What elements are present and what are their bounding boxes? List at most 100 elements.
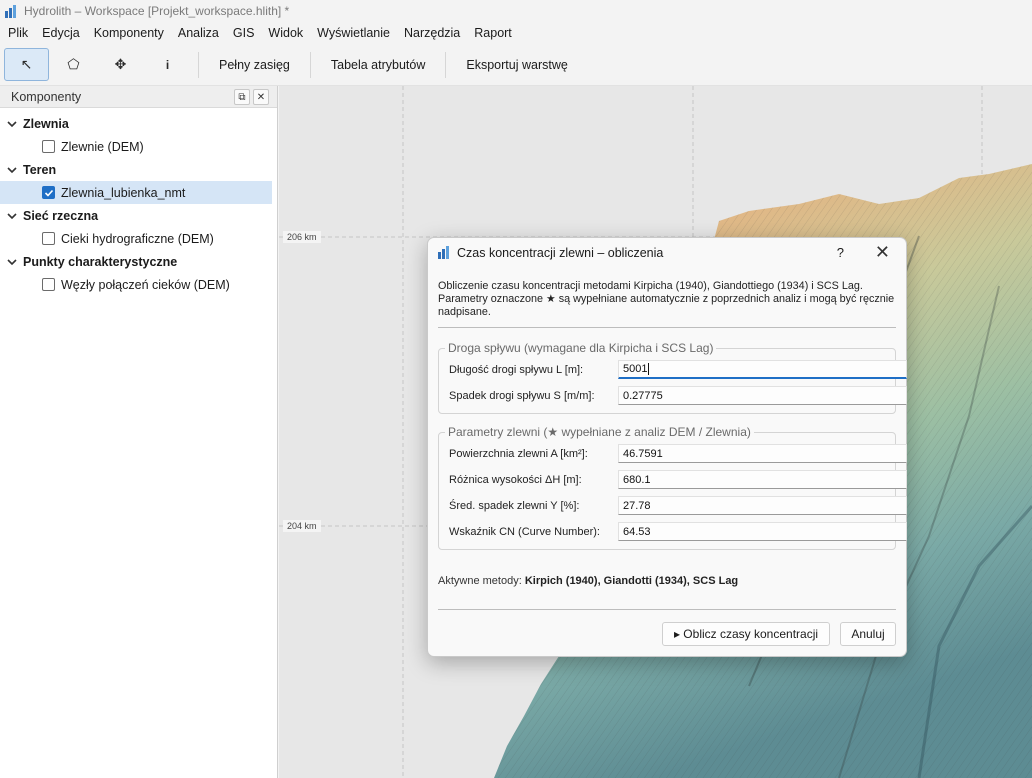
undock-panel-button[interactable]: ⧉ — [234, 89, 250, 105]
dialog-close-button[interactable]: ✕ — [875, 242, 890, 263]
menu-komponenty[interactable]: Komponenty — [87, 22, 171, 44]
basin-parameters-group: Parametry zlewni (★ wypełniane z analiz … — [438, 425, 907, 550]
chevron-down-icon — [7, 166, 17, 173]
close-panel-button[interactable]: ✕ — [253, 89, 269, 105]
toolbar-separator — [309, 51, 311, 78]
tree-item-label: Zlewnia_lubienka_nmt — [61, 185, 186, 200]
polygon-tool-button[interactable]: ⬠ — [51, 48, 96, 81]
polygon-icon: ⬠ — [67, 56, 80, 72]
field-value: 0.27775 — [623, 389, 663, 402]
map-coord-label: 204 km — [283, 520, 321, 532]
components-panel: Komponenty ⧉ ✕ Zlewnia Zlewnie (DEM) Ter… — [0, 86, 278, 778]
description-line: Obliczenie czasu koncentracji metodami K… — [438, 280, 863, 292]
panel-title: Komponenty — [11, 89, 82, 104]
active-methods: Aktywne metody: Kirpich (1940), Giandott… — [438, 575, 738, 587]
curve-number-input[interactable]: 64.53 — [618, 522, 907, 541]
tree-group-label: Zlewnia — [23, 116, 69, 131]
full-extent-button[interactable]: Pełny zasięg — [205, 48, 304, 81]
map-coord-label: 206 km — [283, 231, 321, 243]
group-title: Parametry zlewni (★ wypełniane z analiz … — [445, 425, 754, 439]
field-value: 680.1 — [623, 473, 651, 486]
description-line: Parametry oznaczone ★ są wypełniane auto… — [438, 293, 895, 318]
field-label: Spadek drogi spływu S [m/m]: — [449, 390, 595, 402]
menu-widok[interactable]: Widok — [261, 22, 310, 44]
menu-narzedzia[interactable]: Narzędzia — [397, 22, 467, 44]
panel-header: Komponenty ⧉ ✕ — [0, 86, 277, 108]
tree-item-label: Węzły połączeń cieków (DEM) — [61, 277, 230, 292]
menu-wyswietlanie[interactable]: Wyświetlanie — [310, 22, 397, 44]
field-value: 46.7591 — [623, 447, 663, 460]
flow-length-row: Długość drogi spływu L [m]: 5001 — [449, 360, 907, 380]
separator — [438, 327, 896, 328]
tree-group-zlewnia[interactable]: Zlewnia — [0, 112, 277, 135]
attribute-table-button[interactable]: Tabela atrybutów — [317, 48, 440, 81]
group-title: Droga spływu (wymagane dla Kirpicha i SC… — [445, 341, 717, 355]
basin-area-row: Powierzchnia zlewni A [km²]: 46.7591 — [449, 444, 907, 464]
menu-edycja[interactable]: Edycja — [35, 22, 87, 44]
checkmark-icon — [44, 189, 53, 197]
select-tool-button[interactable]: ↖ — [4, 48, 49, 81]
field-label: Różnica wysokości ΔH [m]: — [449, 474, 582, 486]
title-bar: Hydrolith – Workspace [Projekt_workspace… — [0, 0, 1032, 22]
chevron-down-icon — [7, 120, 17, 127]
layer-checkbox[interactable] — [42, 140, 55, 153]
window-title: Hydrolith – Workspace [Projekt_workspace… — [24, 4, 290, 18]
toolbar: ↖ ⬠ ✥ i Pełny zasięg Tabela atrybutów Ek… — [0, 44, 1032, 86]
chevron-down-icon — [7, 212, 17, 219]
field-value: 64.53 — [623, 525, 651, 538]
tree-group-label: Teren — [23, 162, 57, 177]
flow-path-group: Droga spływu (wymagane dla Kirpicha i SC… — [438, 341, 907, 414]
tree-item-zlewnia-lubienka-nmt[interactable]: Zlewnia_lubienka_nmt — [0, 181, 272, 204]
undock-icon: ⧉ — [238, 91, 246, 103]
height-difference-input[interactable]: 680.1 — [618, 470, 907, 489]
field-label: Długość drogi spływu L [m]: — [449, 364, 584, 376]
active-methods-value: Kirpich (1940), Giandotti (1934), SCS La… — [524, 575, 739, 587]
component-tree: Zlewnia Zlewnie (DEM) Teren Zlewnia_lubi… — [0, 108, 277, 296]
pan-tool-button[interactable]: ✥ — [98, 48, 143, 81]
menu-plik[interactable]: Plik — [1, 22, 35, 44]
field-label: Powierzchnia zlewni A [km²]: — [449, 448, 588, 460]
layer-checkbox[interactable] — [42, 232, 55, 245]
field-value: 27.78 — [623, 499, 651, 512]
tree-group-punkty-charakterystyczne[interactable]: Punkty charakterystyczne — [0, 250, 277, 273]
field-label: Wskaźnik CN (Curve Number): — [449, 526, 600, 538]
dialog-title: Czas koncentracji zlewni – obliczenia — [457, 245, 664, 260]
curve-number-row: Wskaźnik CN (Curve Number): 64.53 — [449, 522, 907, 542]
flow-length-input[interactable]: 5001 — [618, 360, 907, 379]
cancel-button[interactable]: Anuluj — [840, 622, 896, 646]
field-label: Śred. spadek zlewni Y [%]: — [449, 500, 580, 512]
tree-item-cieki-hydrograficzne[interactable]: Cieki hydrograficzne (DEM) — [0, 227, 272, 250]
move-icon: ✥ — [114, 56, 127, 72]
separator — [438, 609, 896, 610]
help-button[interactable]: ? — [837, 245, 844, 260]
toolbar-separator — [445, 51, 447, 78]
tree-group-teren[interactable]: Teren — [0, 158, 277, 181]
tree-item-zlewnie-dem[interactable]: Zlewnie (DEM) — [0, 135, 272, 158]
menu-raport[interactable]: Raport — [467, 22, 519, 44]
field-value: 5001 — [623, 363, 648, 375]
basin-area-input[interactable]: 46.7591 — [618, 444, 907, 463]
close-icon: ✕ — [256, 91, 266, 103]
info-icon: i — [165, 57, 170, 72]
menu-bar: Plik Edycja Komponenty Analiza GIS Widok… — [0, 22, 1032, 44]
menu-analiza[interactable]: Analiza — [171, 22, 226, 44]
menu-gis[interactable]: GIS — [226, 22, 262, 44]
mean-slope-row: Śred. spadek zlewni Y [%]: 27.78 — [449, 496, 907, 516]
chevron-down-icon — [7, 258, 17, 265]
height-difference-row: Różnica wysokości ΔH [m]: 680.1 — [449, 470, 907, 490]
tree-item-label: Zlewnie (DEM) — [61, 139, 144, 154]
tree-item-wezly-polaczen[interactable]: Węzły połączeń cieków (DEM) — [0, 273, 272, 296]
tree-group-siec-rzeczna[interactable]: Sieć rzeczna — [0, 204, 277, 227]
compute-button[interactable]: ▸ Oblicz czasy koncentracji — [662, 622, 830, 646]
export-layer-button[interactable]: Eksportuj warstwę — [452, 48, 581, 81]
active-methods-label: Aktywne metody: — [438, 575, 522, 587]
flow-slope-input[interactable]: 0.27775 — [618, 386, 907, 405]
tree-item-label: Cieki hydrograficzne (DEM) — [61, 231, 214, 246]
info-tool-button[interactable]: i — [145, 48, 190, 81]
tree-group-label: Punkty charakterystyczne — [23, 254, 178, 269]
layer-checkbox[interactable] — [42, 186, 55, 199]
layer-checkbox[interactable] — [42, 278, 55, 291]
mean-slope-input[interactable]: 27.78 — [618, 496, 907, 515]
dialog-description: Obliczenie czasu koncentracji metodami K… — [438, 280, 900, 319]
flow-slope-row: Spadek drogi spływu S [m/m]: 0.27775 — [449, 386, 907, 406]
